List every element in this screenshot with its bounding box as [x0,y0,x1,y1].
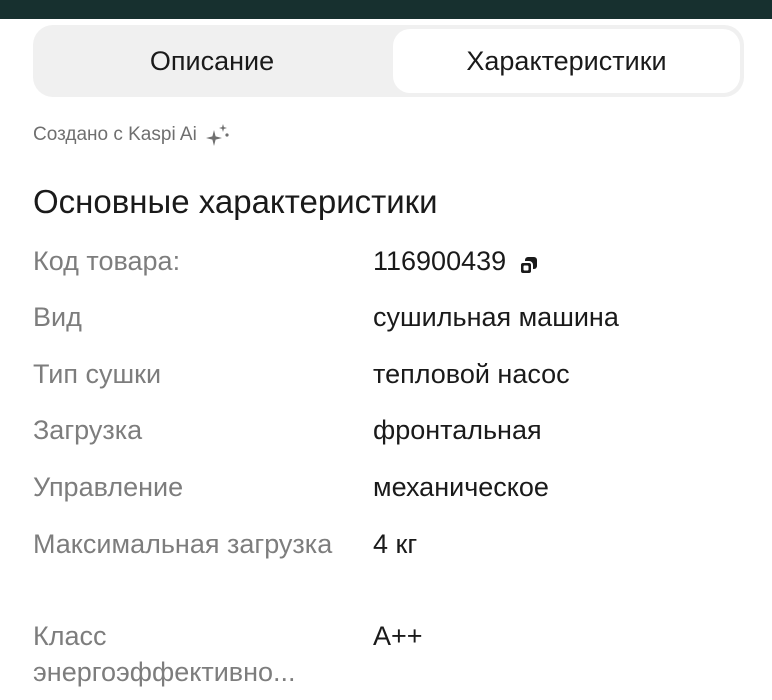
spec-label: Управление [33,472,184,502]
tab-switcher: Описание Характеристики [33,25,744,97]
spec-value: сушильная машина [373,302,619,332]
spec-label: Загрузка [33,415,143,445]
section-title: Основные характеристики [33,183,438,220]
tab-characteristics-label: Характеристики [466,45,667,76]
spec-value: механическое [373,472,549,502]
spec-value: тепловой насос [373,359,570,389]
spec-value: 116900439 [373,243,540,279]
tab-characteristics[interactable]: Характеристики [393,29,740,93]
spec-value: 4 кг [373,529,418,559]
ai-note-text: Создано с Kaspi Ai [33,124,197,145]
copy-icon[interactable] [518,250,540,275]
ai-generated-note: Создано с Kaspi Ai [33,122,231,148]
tab-description[interactable]: Описание [37,29,387,93]
spec-label: Вид [33,302,82,332]
spec-value: фронтальная [373,415,542,445]
top-status-bar [0,0,772,19]
spec-label: Код товара: [33,246,181,276]
spec-label: Тип сушки [33,359,162,389]
spec-label: Максимальная загрузка [33,529,333,559]
sparkle-icon [205,122,231,148]
spec-label: Класс энергоэффективно... [33,621,296,687]
spec-value: A++ [373,621,423,651]
tab-description-label: Описание [149,45,275,76]
product-code-value: 116900439 [373,246,507,276]
